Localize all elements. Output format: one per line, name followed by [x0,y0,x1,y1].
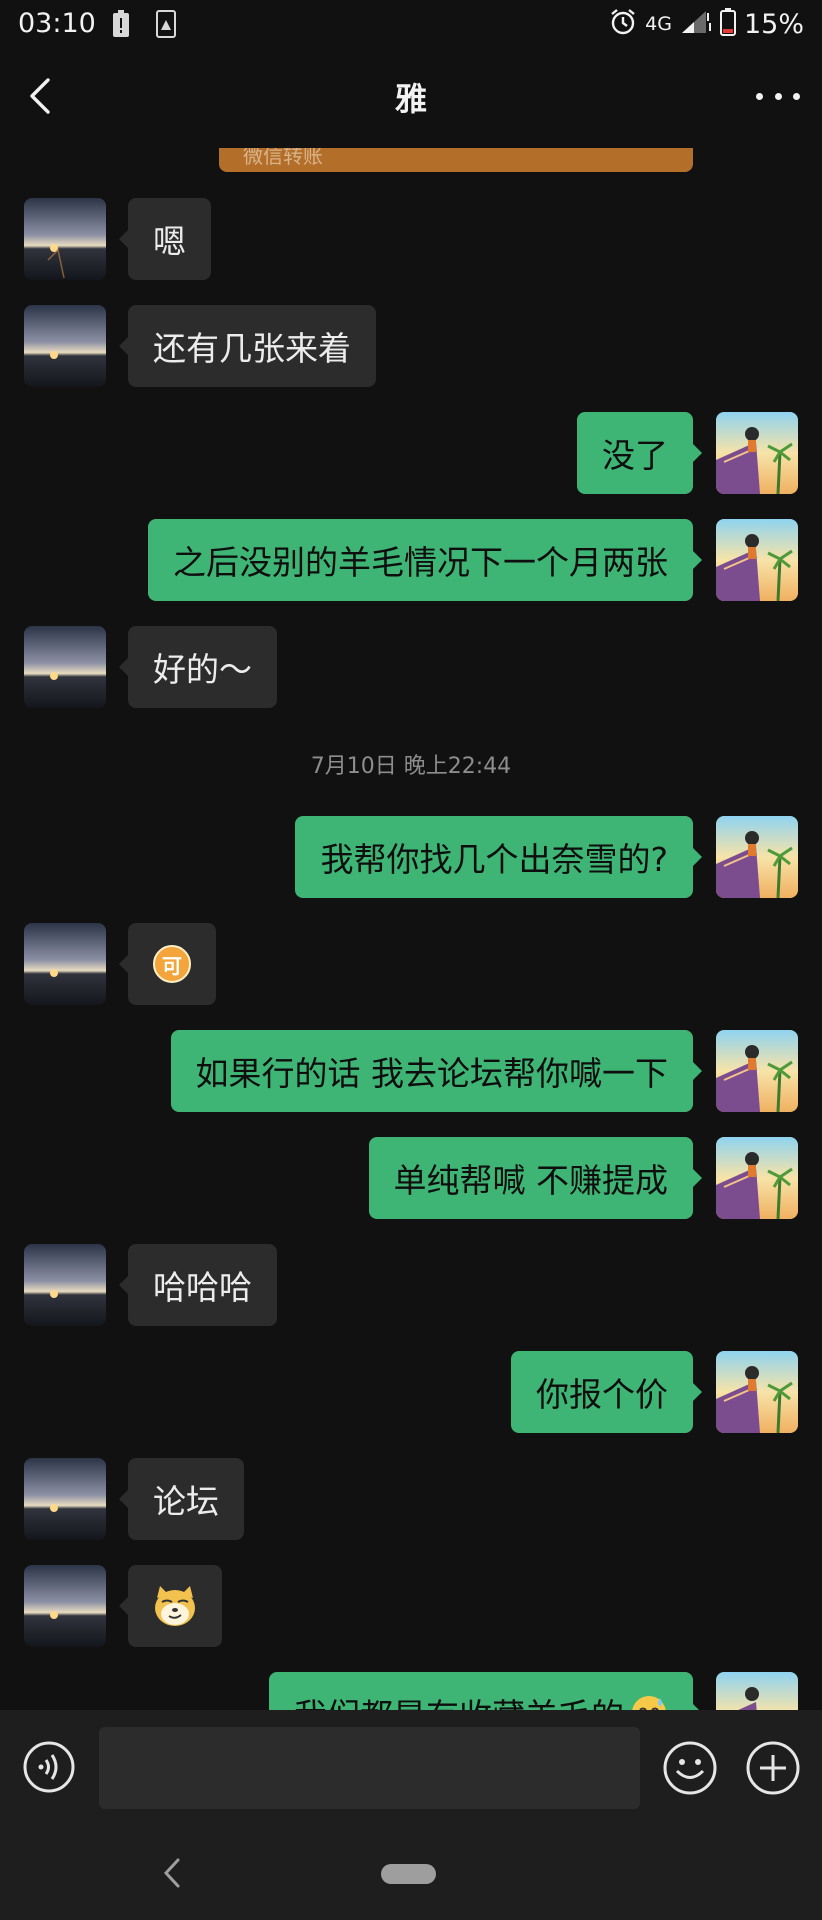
my-avatar[interactable] [716,519,798,601]
status-time: 03:10 [18,8,96,39]
alert-battery-icon [112,10,130,42]
message-row [0,1565,822,1649]
message-bubble-incoming[interactable]: 嗯 [119,198,211,280]
system-nav-bar [0,1826,822,1920]
message-bubble-incoming[interactable]: 论坛 [119,1458,244,1540]
message-row: 我们都是有收藏羊毛的 [0,1672,822,1710]
message-row: 哈哈哈 [0,1244,822,1328]
message-row: 如果行的话 我去论坛帮你喊一下 [0,1030,822,1114]
message-row: 可 [0,923,822,1007]
signal-icon [680,9,712,39]
network-type: 4G [645,13,672,35]
voice-input-icon [23,1741,75,1793]
message-bubble-incoming[interactable] [119,1565,222,1647]
more-options-button[interactable] [756,76,800,116]
my-avatar[interactable] [716,1030,798,1112]
my-avatar[interactable] [716,816,798,898]
message-row: 单纯帮喊 不赚提成 [0,1137,822,1221]
my-avatar[interactable] [716,412,798,494]
alarm-icon [609,8,637,40]
message-list[interactable]: 微信转账 嗯 还有几张来着 没了 之后没别的羊毛情况下一个月两张 好的～ 7月1… [0,148,822,1710]
battery-icon [719,8,736,40]
message-bubble-incoming[interactable]: 哈哈哈 [119,1244,277,1326]
transfer-card[interactable]: 微信转账 [219,148,693,172]
battery-percentage: 15% [743,8,804,40]
nav-back-icon [163,1858,180,1888]
sweat-smile-emoji [632,1696,666,1710]
image-notification-icon [156,10,176,42]
message-bubble-outgoing[interactable]: 我帮你找几个出奈雪的? [295,816,702,898]
my-avatar[interactable] [716,1351,798,1433]
message-bubble-outgoing[interactable]: 我们都是有收藏羊毛的 [269,1672,702,1710]
nav-home-button[interactable] [381,1864,436,1884]
message-row: 没了 [0,412,822,496]
my-avatar[interactable] [716,1672,798,1710]
message-row: 论坛 [0,1458,822,1542]
message-row: 还有几张来着 [0,305,822,389]
message-bubble-outgoing[interactable]: 如果行的话 我去论坛帮你喊一下 [170,1030,702,1112]
message-row: 你报个价 [0,1351,822,1435]
message-row: 好的～ [0,626,822,710]
plus-icon [746,1741,800,1795]
contact-avatar[interactable] [24,1244,106,1326]
voice-input-button[interactable] [22,1740,76,1794]
coin-emoji: 可 [153,945,191,983]
contact-avatar[interactable] [24,1458,106,1540]
contact-avatar[interactable] [24,923,106,1005]
emoji-icon [663,1741,717,1795]
contact-avatar[interactable] [24,305,106,387]
message-input[interactable] [99,1727,640,1809]
more-functions-button[interactable] [745,1740,801,1796]
message-timestamp: 7月10日 晚上22:44 [310,754,512,779]
message-bubble-incoming[interactable]: 还有几张来着 [119,305,376,387]
nav-back-button[interactable] [158,1856,188,1890]
message-bubble-outgoing[interactable]: 单纯帮喊 不赚提成 [368,1137,702,1219]
contact-avatar[interactable] [24,1565,106,1647]
message-bubble-outgoing[interactable]: 你报个价 [511,1351,702,1433]
message-row: 之后没别的羊毛情况下一个月两张 [0,519,822,603]
contact-avatar[interactable] [24,198,106,280]
message-row: 我帮你找几个出奈雪的? [0,816,822,900]
my-avatar[interactable] [716,1137,798,1219]
more-dots-icon [756,92,763,100]
smirking-doge-emoji [155,1586,195,1626]
message-text: 我们都是有收藏羊毛的 [294,1689,624,1710]
message-bubble-outgoing[interactable]: 之后没别的羊毛情况下一个月两张 [148,519,702,601]
contact-avatar[interactable] [24,626,106,708]
message-bubble-incoming[interactable]: 可 [119,923,216,1005]
input-bar [0,1710,822,1826]
chat-title: 雅 [394,80,427,118]
status-bar: 03:10 4G 15% [0,0,822,48]
transfer-label: 微信转账 [243,148,323,168]
chat-header: 雅 [0,48,822,148]
message-bubble-incoming[interactable]: 好的～ [119,626,277,708]
message-row: 嗯 [0,198,822,282]
emoji-button[interactable] [662,1740,718,1796]
message-bubble-outgoing[interactable]: 没了 [577,412,702,494]
